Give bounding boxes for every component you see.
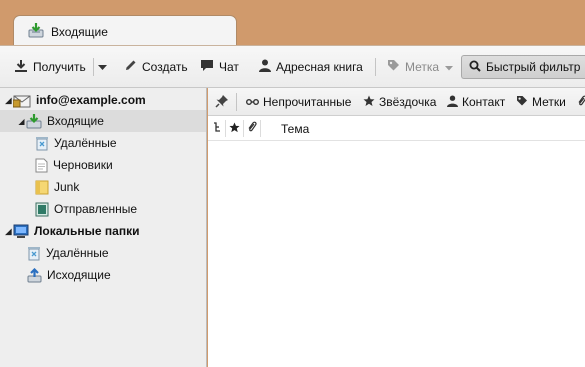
tag-icon <box>387 59 400 75</box>
folder-label: Входящие <box>47 114 104 128</box>
search-icon <box>469 60 481 75</box>
tag-button[interactable]: Метка <box>387 56 454 78</box>
sticky-filter-pin[interactable] <box>215 94 229 110</box>
chevron-down-icon <box>445 60 454 74</box>
tag-label: Метка <box>405 60 440 74</box>
address-book-button[interactable]: Адресная книга <box>259 56 363 78</box>
quick-filter-label: Быстрый фильтр <box>486 60 581 74</box>
filter-starred-label: Звёздочка <box>379 95 437 109</box>
column-divider <box>225 120 226 137</box>
chat-button[interactable]: Чат <box>200 56 239 78</box>
paperclip-icon <box>247 121 257 136</box>
column-starred[interactable] <box>229 116 240 141</box>
folder-label: Черновики <box>53 158 113 172</box>
folder-label: Исходящие <box>47 268 111 282</box>
chat-icon <box>200 59 214 75</box>
folder-sent[interactable]: Отправленные <box>0 198 206 220</box>
trash-icon <box>35 136 49 151</box>
filter-unread-button[interactable]: Непрочитанные <box>246 94 351 110</box>
star-icon <box>363 95 375 110</box>
drafts-icon <box>35 158 48 173</box>
pencil-icon <box>124 59 137 75</box>
inbox-icon <box>26 113 42 129</box>
filter-tags-button[interactable]: Метки <box>516 94 566 110</box>
get-messages-button[interactable]: Получить <box>14 56 86 78</box>
filter-contact-label: Контакт <box>462 95 506 109</box>
column-attachment[interactable] <box>247 116 257 141</box>
folder-local-trash[interactable]: Удалённые <box>0 242 206 264</box>
folder-outbox[interactable]: Исходящие <box>0 264 206 286</box>
collapse-arrow-icon[interactable]: ◢ <box>17 117 26 126</box>
filter-tags-label: Метки <box>532 95 566 109</box>
column-subject-label: Тема <box>281 121 310 136</box>
inbox-download-icon <box>28 22 44 41</box>
paperclip-icon <box>577 95 585 110</box>
write-label: Создать <box>142 60 188 74</box>
folder-inbox[interactable]: ◢ Входящие <box>0 110 206 132</box>
mail-account-icon <box>13 93 31 108</box>
download-icon <box>14 59 28 76</box>
tab-inbox[interactable]: Входящие <box>13 15 237 47</box>
tab-title: Входящие <box>51 24 108 39</box>
get-messages-label: Получить <box>33 60 86 74</box>
trash-icon <box>27 246 41 261</box>
thread-pane: Непрочитанные Звёздочка Контакт Метки Те… <box>208 88 585 367</box>
column-subject[interactable]: Тема <box>281 116 309 141</box>
thread-column-header: Тема <box>208 116 585 141</box>
tab-strip: Входящие <box>0 0 585 47</box>
filter-unread-label: Непрочитанные <box>263 95 352 109</box>
filter-attachment-button[interactable] <box>577 94 585 110</box>
contact-person-icon <box>259 59 271 75</box>
quick-filter-button[interactable]: Быстрый фильтр <box>461 55 585 79</box>
address-book-label: Адресная книга <box>276 60 363 74</box>
star-icon <box>229 121 240 136</box>
folder-local-folders[interactable]: ◢ Локальные папки <box>0 220 206 242</box>
folder-drafts[interactable]: Черновики <box>0 154 206 176</box>
outbox-icon <box>27 267 42 283</box>
main-toolbar: Получить Создать Чат Адресная книга Метк… <box>0 45 585 88</box>
folder-label: Удалённые <box>46 246 109 260</box>
toolbar-divider <box>93 58 94 76</box>
account-name: info@example.com <box>36 93 146 107</box>
sent-icon <box>35 202 49 217</box>
quick-filter-bar: Непрочитанные Звёздочка Контакт Метки <box>208 88 585 116</box>
write-button[interactable]: Создать <box>124 56 188 78</box>
folder-label: Junk <box>54 180 80 194</box>
tag-icon <box>516 95 528 110</box>
folder-label: Удалённые <box>54 136 117 150</box>
get-messages-dropdown[interactable] <box>98 56 107 78</box>
filter-starred-button[interactable]: Звёздочка <box>363 94 436 110</box>
contact-person-icon <box>447 95 458 110</box>
thread-icon <box>213 121 221 136</box>
chat-label: Чат <box>219 60 239 74</box>
folder-account[interactable]: ◢ info@example.com <box>0 89 206 111</box>
folder-trash[interactable]: Удалённые <box>0 132 206 154</box>
folder-pane: ◢ info@example.com ◢ Входящие Удалённые … <box>0 88 207 367</box>
collapse-arrow-icon[interactable]: ◢ <box>4 96 13 105</box>
unread-icon <box>246 95 259 109</box>
column-divider <box>243 120 244 137</box>
chevron-down-icon <box>98 60 107 74</box>
column-divider <box>260 120 261 137</box>
folder-junk[interactable]: Junk <box>0 176 206 198</box>
folder-label: Отправленные <box>54 202 138 216</box>
toolbar-divider <box>375 58 376 76</box>
local-folders-icon <box>13 224 29 239</box>
local-folders-label: Локальные папки <box>34 224 140 238</box>
filter-contact-button[interactable]: Контакт <box>447 94 505 110</box>
collapse-arrow-icon[interactable]: ◢ <box>4 227 13 236</box>
pin-icon <box>215 94 229 111</box>
column-thread[interactable] <box>213 116 221 141</box>
junk-folder-icon <box>35 180 49 195</box>
filterbar-divider <box>236 93 237 111</box>
